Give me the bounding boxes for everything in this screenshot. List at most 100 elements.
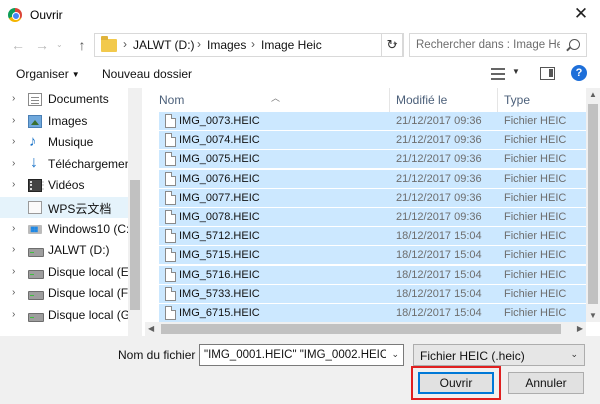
file-row[interactable]: IMG_0077.HEIC 21/12/2017 09:36 Fichier HEI… [159,188,586,208]
organize-button[interactable]: Organiser ▼ [16,67,80,81]
file-type: Fichier HEIC [504,268,567,281]
file-name: IMG_0074.HEIC [179,134,260,147]
file-row[interactable]: IMG_5715.HEIC 18/12/2017 15:04 Fichier HEI… [159,246,586,266]
organize-label: Organiser [16,67,69,81]
file-list-horizontal-thumb[interactable] [161,324,561,334]
breadcrumb-image-heic[interactable]: Image Heic [261,38,322,52]
file-list-vertical-scrollbar[interactable]: ▲ ▼ [586,88,600,322]
navigation-scroll-thumb[interactable] [130,180,140,310]
documents-icon [28,93,42,106]
chevron-right-icon[interactable]: › [12,287,15,298]
file-icon [165,286,176,301]
column-header-name[interactable]: Nom ︿ [153,88,390,112]
filename-dropdown-icon[interactable]: ⌄ [391,349,399,360]
filename-combobox[interactable]: ⌄ [199,344,404,366]
scroll-right-icon[interactable]: ▶ [577,324,583,333]
drive-icon [28,309,44,322]
breadcrumb-separator: › [197,37,201,51]
forward-arrow-icon[interactable]: → [34,36,50,54]
chevron-right-icon[interactable]: › [12,223,15,234]
cancel-button[interactable]: Annuler [508,372,584,394]
sidebar-item[interactable]: › Musique [0,132,128,153]
sidebar-item[interactable]: › Images [0,111,128,132]
chevron-right-icon[interactable]: › [12,179,15,190]
scroll-down-icon[interactable]: ▼ [589,311,597,320]
refresh-icon[interactable]: ↻ [381,33,403,57]
chevron-right-icon[interactable]: › [12,93,15,104]
sidebar-item[interactable]: › Vidéos [0,175,128,196]
chevron-right-icon[interactable]: › [12,158,15,169]
scroll-up-icon[interactable]: ▲ [589,90,597,99]
file-row[interactable]: IMG_0073.HEIC 21/12/2017 09:36 Fichier HEI… [159,112,586,131]
sidebar-item-label: Vidéos [48,178,85,193]
view-dropdown-icon[interactable]: ▼ [512,67,520,76]
file-icon [165,190,176,205]
folder-icon [101,36,117,52]
file-type: Fichier HEIC [504,191,567,204]
file-modified: 18/12/2017 15:04 [396,268,482,281]
search-icon[interactable] [569,39,580,50]
search-input[interactable] [410,34,560,56]
images-icon [28,114,42,128]
close-button[interactable]: ✕ [568,2,594,26]
recent-locations-dropdown-icon[interactable]: ⌄ [56,36,63,54]
sidebar-item[interactable]: › Disque local (E:) [0,262,136,283]
sidebar-item[interactable]: › Windows10 (C:) [0,219,133,240]
videos-icon [28,179,44,193]
file-list-horizontal-scrollbar[interactable]: ◀ ▶ [145,322,586,336]
window-title: Ouvrir [30,8,63,22]
column-header-modified[interactable]: Modifié le [390,88,498,112]
sidebar-item[interactable]: WPS云文档 [0,197,128,218]
dialog-footer: Nom du fichier : ⌄ Fichier HEIC (.heic) … [0,336,600,404]
file-row[interactable]: IMG_0074.HEIC 21/12/2017 09:36 Fichier HEI… [159,131,586,151]
file-modified: 21/12/2017 09:36 [396,115,482,127]
chevron-right-icon[interactable]: › [12,266,15,277]
file-modified: 21/12/2017 09:36 [396,211,482,223]
file-row[interactable]: IMG_0075.HEIC 21/12/2017 09:36 Fichier HEI… [159,150,586,170]
sidebar-item[interactable]: › Téléchargement [0,154,135,175]
file-row[interactable]: IMG_0078.HEIC 21/12/2017 09:36 Fichier HEI… [159,208,586,227]
file-row[interactable]: IMG_5712.HEIC 18/12/2017 15:04 Fichier HEI… [159,227,586,247]
file-icon [165,248,176,263]
file-row[interactable]: IMG_5733.HEIC 18/12/2017 15:04 Fichier HEI… [159,284,586,304]
view-options-icon[interactable] [491,68,505,80]
file-type: Fichier HEIC [504,287,567,300]
title-bar: Ouvrir ✕ [0,0,600,30]
file-modified: 18/12/2017 15:04 [396,249,482,262]
column-header-type[interactable]: Type [498,88,586,112]
address-bar[interactable]: › JALWT (D:) › Images › Image Heic ⌄ [94,33,404,57]
help-icon[interactable]: ? [571,65,587,81]
sidebar-item-label: Disque local (G:) [48,308,138,322]
sidebar-item[interactable]: › Documents [0,89,128,110]
back-arrow-icon[interactable]: ← [10,36,26,54]
up-arrow-icon[interactable]: ↑ [74,36,90,54]
file-row[interactable]: IMG_0076.HEIC 21/12/2017 09:36 Fichier HEI… [159,169,586,189]
search-box[interactable] [409,33,587,57]
chevron-right-icon[interactable]: › [12,136,15,147]
file-icon [165,210,176,224]
cloud-doc-icon [28,201,42,214]
file-row[interactable]: IMG_5716.HEIC 18/12/2017 15:04 Fichier HEI… [159,265,586,285]
sidebar-item[interactable]: › JALWT (D:) [0,240,128,261]
chevron-right-icon[interactable]: › [12,309,15,320]
scroll-left-icon[interactable]: ◀ [148,324,154,333]
chevron-right-icon[interactable]: › [12,115,15,126]
sidebar-item-label: Téléchargement [48,156,135,171]
filetype-dropdown-icon: ⌄ [570,349,578,359]
breadcrumb-separator: › [123,37,127,51]
file-icon [165,229,176,244]
filename-input[interactable] [200,345,386,365]
file-list: Nom ︿ Modifié le Type IMG_0073.HEIC 21/12/… [145,88,600,336]
preview-pane-icon[interactable] [540,67,555,80]
sidebar-item[interactable]: › Disque local (F:) [0,283,135,304]
breadcrumb-images[interactable]: Images [207,38,246,52]
navigation-scrollbar[interactable] [128,88,142,336]
filetype-select[interactable]: Fichier HEIC (.heic) ⌄ [413,344,585,366]
file-row[interactable]: IMG_6715.HEIC 18/12/2017 15:04 Fichier HEI… [159,304,586,323]
sidebar-item[interactable]: › Disque local (G:) [0,305,137,326]
chevron-right-icon[interactable]: › [12,244,15,255]
breadcrumb-drive[interactable]: JALWT (D:) [133,38,195,52]
file-list-vertical-thumb[interactable] [588,104,598,304]
file-modified: 21/12/2017 09:36 [396,153,482,166]
new-folder-button[interactable]: Nouveau dossier [102,67,192,81]
